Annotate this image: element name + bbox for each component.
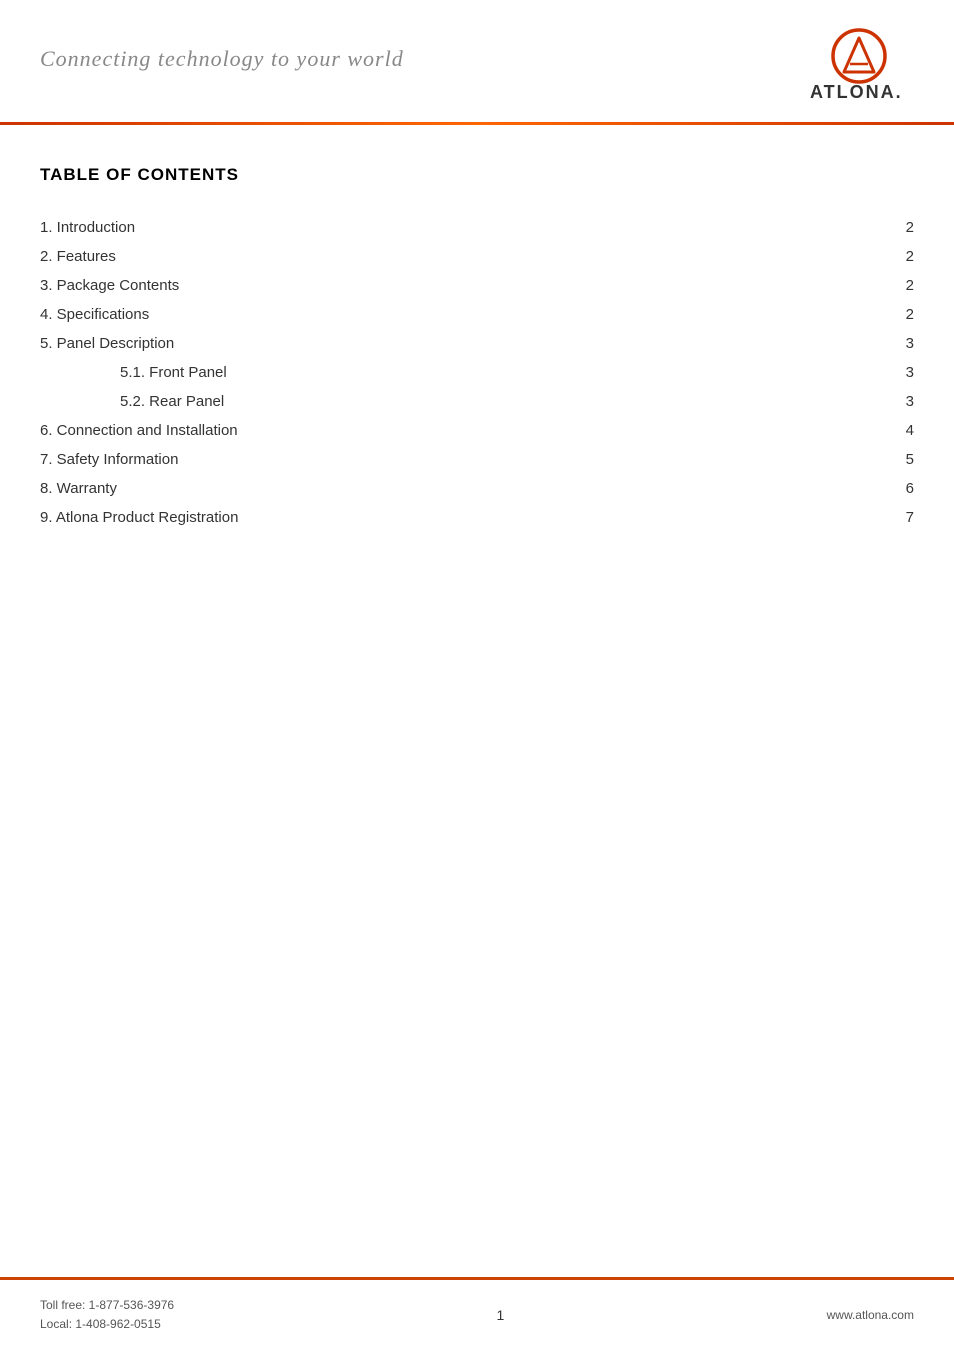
toc-item-label: 5.2. Rear Panel — [40, 387, 826, 416]
header: Connecting technology to your world ATLO… — [0, 0, 954, 108]
toc-item-page: 5 — [826, 445, 914, 474]
toc-item-label: 8. Warranty — [40, 474, 826, 503]
toc-item-page: 7 — [826, 503, 914, 532]
toc-title: TABLE OF CONTENTS — [40, 165, 914, 185]
footer-toll-free: Toll free: 1-877-536-3976 — [40, 1296, 174, 1315]
header-tagline: Connecting technology to your world — [40, 46, 404, 72]
atlona-logo: ATLONA. — [804, 28, 914, 108]
toc-table: 1. Introduction22. Features23. Package C… — [40, 213, 914, 532]
toc-row: 5. Panel Description3 — [40, 329, 914, 358]
footer-local: Local: 1-408-962-0515 — [40, 1315, 174, 1334]
toc-row: 5.1. Front Panel3 — [40, 358, 914, 387]
footer-website: www.atlona.com — [827, 1308, 914, 1322]
toc-item-page: 6 — [826, 474, 914, 503]
main-content: TABLE OF CONTENTS 1. Introduction22. Fea… — [0, 125, 954, 1277]
toc-item-label: 6. Connection and Installation — [40, 416, 826, 445]
toc-item-label: 7. Safety Information — [40, 445, 826, 474]
toc-item-page: 3 — [826, 329, 914, 358]
page-wrapper: Connecting technology to your world ATLO… — [0, 0, 954, 1350]
toc-item-page: 2 — [826, 271, 914, 300]
toc-row: 5.2. Rear Panel3 — [40, 387, 914, 416]
toc-item-label: 5. Panel Description — [40, 329, 826, 358]
toc-item-label: 9. Atlona Product Registration — [40, 503, 826, 532]
footer-page-number: 1 — [496, 1307, 504, 1323]
toc-item-page: 4 — [826, 416, 914, 445]
toc-row: 3. Package Contents2 — [40, 271, 914, 300]
toc-row: 8. Warranty6 — [40, 474, 914, 503]
toc-item-label: 1. Introduction — [40, 213, 826, 242]
toc-item-label: 3. Package Contents — [40, 271, 826, 300]
toc-item-page: 2 — [826, 242, 914, 271]
toc-item-label: 2. Features — [40, 242, 826, 271]
toc-row: 9. Atlona Product Registration7 — [40, 503, 914, 532]
logo-area: ATLONA. — [804, 28, 914, 108]
toc-row: 6. Connection and Installation4 — [40, 416, 914, 445]
toc-item-page: 3 — [826, 387, 914, 416]
toc-item-page: 3 — [826, 358, 914, 387]
footer-contact: Toll free: 1-877-536-3976 Local: 1-408-9… — [40, 1296, 174, 1334]
toc-item-page: 2 — [826, 300, 914, 329]
toc-row: 2. Features2 — [40, 242, 914, 271]
toc-item-page: 2 — [826, 213, 914, 242]
toc-item-label: 5.1. Front Panel — [40, 358, 826, 387]
toc-item-label: 4. Specifications — [40, 300, 826, 329]
toc-row: 4. Specifications2 — [40, 300, 914, 329]
footer: Toll free: 1-877-536-3976 Local: 1-408-9… — [0, 1277, 954, 1350]
svg-text:ATLONA.: ATLONA. — [810, 82, 903, 102]
toc-row: 1. Introduction2 — [40, 213, 914, 242]
toc-row: 7. Safety Information5 — [40, 445, 914, 474]
